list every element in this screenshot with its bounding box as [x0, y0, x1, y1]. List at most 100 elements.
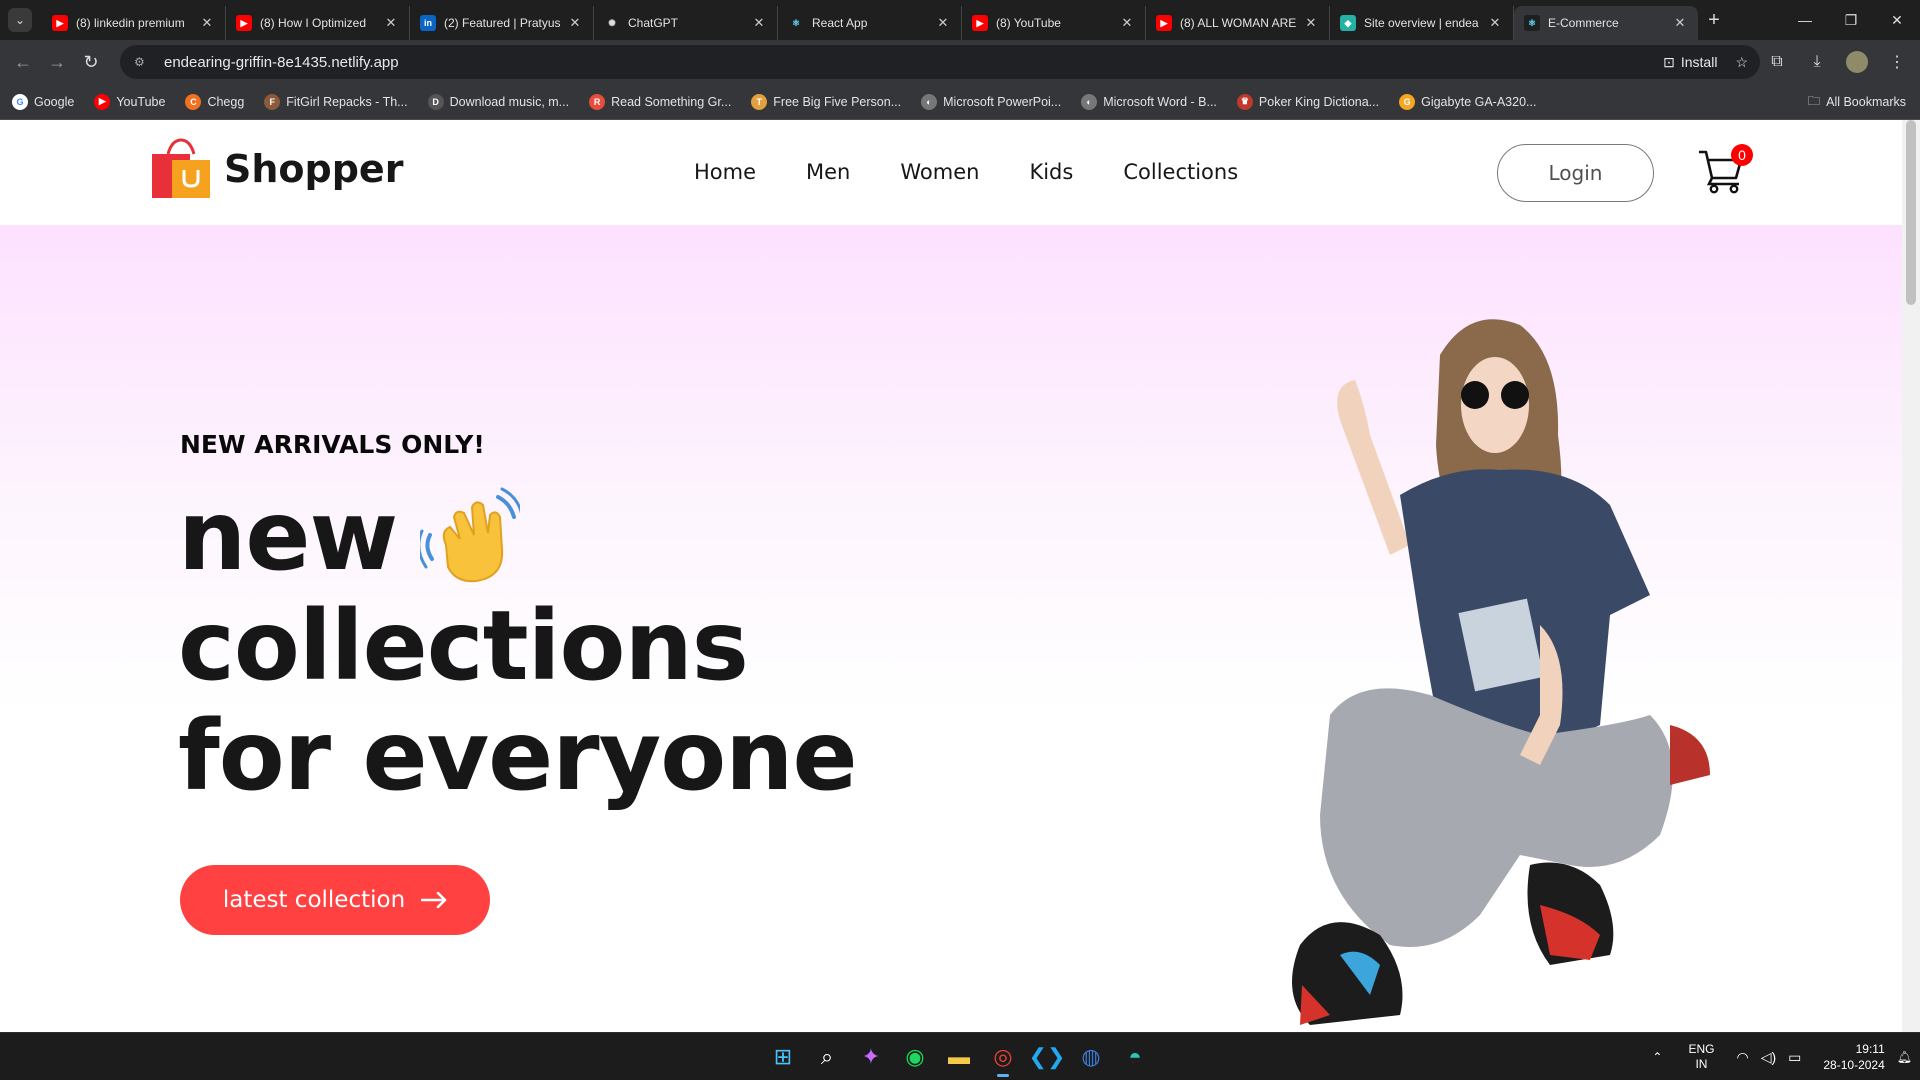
close-tab-icon[interactable]: ✕ — [1303, 15, 1319, 31]
login-button[interactable]: Login — [1497, 144, 1654, 202]
bookmark-item[interactable]: D Download music, m... — [427, 93, 569, 110]
restore-icon[interactable]: ❐ — [1828, 0, 1874, 40]
bookmark-label: FitGirl Repacks - Th... — [286, 94, 408, 109]
windows-taskbar: ⊞ ⌕ ✦ ◉ ▬ ◎ ❮❯ ◍ ◓ ⌃ ENG IN ◠ ◁) ▭ 19:11 28-10-2… — [0, 1032, 1920, 1080]
wifi-icon[interactable]: ◠ — [1736, 1049, 1748, 1066]
all-bookmarks-button[interactable]: 🗀 All Bookmarks — [1808, 84, 1906, 120]
bookmark-item[interactable]: T Free Big Five Person... — [751, 93, 902, 110]
site-info-icon[interactable]: ⚙ — [134, 55, 152, 69]
page-scrollbar[interactable] — [1902, 120, 1920, 1032]
bookmark-item[interactable]: ◐ Microsoft PowerPoi... — [921, 93, 1061, 110]
bookmark-label: Google — [34, 94, 75, 109]
cart-count-badge: 0 — [1731, 144, 1753, 166]
site-navbar: Shopper Home Men Women Kids Collections Logi… — [0, 120, 1902, 225]
tab-title: (2) Featured | Pratyus — [444, 16, 561, 30]
tab-title: Site overview | endea — [1364, 16, 1479, 30]
close-tab-icon[interactable]: ✕ — [1672, 15, 1688, 31]
web-page: Shopper Home Men Women Kids Collections Logi… — [0, 120, 1902, 1032]
nav-item-collections[interactable]: Collections — [1123, 160, 1238, 184]
tab-title: (8) linkedin premium — [76, 16, 185, 30]
back-icon[interactable]: ← — [6, 45, 40, 79]
nav-item-men[interactable]: Men — [806, 160, 850, 184]
site-logo[interactable]: Shopper — [150, 138, 403, 200]
spotify-icon[interactable]: ◉ — [897, 1039, 933, 1075]
close-tab-icon[interactable]: ✕ — [1119, 15, 1135, 31]
chatgpt-icon: ✺ — [604, 15, 620, 31]
bookmark-item[interactable]: F FitGirl Repacks - Th... — [264, 93, 408, 110]
browser-tab[interactable]: ⚛ React App ✕ — [778, 6, 962, 40]
bookmark-label: YouTube — [116, 94, 166, 109]
bookmark-item[interactable]: ▶ YouTube — [94, 93, 166, 110]
nav-item-home[interactable]: Home — [694, 160, 756, 184]
firefox-icon[interactable]: ◍ — [1073, 1039, 1109, 1075]
browser-tab-strip: ⌄ ▶ (8) linkedin premium ✕ ▶ (8) How I Optim… — [0, 0, 1920, 40]
url-text: endearing-griffin-8e1435.netlify.app — [164, 53, 399, 71]
install-label: Install — [1680, 54, 1718, 70]
volume-icon[interactable]: ◁) — [1761, 1049, 1776, 1066]
lang-line-1: ENG — [1688, 1042, 1715, 1056]
windows-start-icon[interactable]: ⊞ — [765, 1039, 801, 1075]
reload-icon[interactable]: ↻ — [74, 45, 108, 79]
extensions-icon[interactable]: ⧉ — [1760, 45, 1794, 79]
search-icon[interactable]: ⌕ — [809, 1039, 845, 1075]
bookmark-label: Free Big Five Person... — [773, 94, 902, 109]
close-tab-icon[interactable]: ✕ — [1487, 15, 1503, 31]
nav-item-kids[interactable]: Kids — [1029, 160, 1073, 184]
chrome-icon[interactable]: ◎ — [985, 1039, 1021, 1077]
latest-collection-button[interactable]: latest collection — [180, 865, 490, 935]
browser-tab[interactable]: ▶ (8) linkedin premium ✕ — [42, 6, 226, 40]
edge-icon[interactable]: ◓ — [1117, 1039, 1153, 1075]
bookmark-item[interactable]: R Read Something Gr... — [589, 93, 731, 110]
tray-overflow-icon[interactable]: ⌃ — [1652, 1050, 1662, 1064]
close-tab-icon[interactable]: ✕ — [567, 15, 583, 31]
install-app-button[interactable]: ⊡ Install — [1663, 54, 1717, 71]
bookmark-item[interactable]: G Google — [12, 93, 75, 110]
close-tab-icon[interactable]: ✕ — [751, 15, 767, 31]
notification-bell-icon[interactable]: 🔔︎ — [1897, 1050, 1912, 1064]
bookmark-label: Chegg — [207, 94, 245, 109]
copilot-icon[interactable]: ✦ — [853, 1039, 889, 1075]
hero-headline-line-2: collections — [178, 590, 749, 702]
bookmark-favicon-icon: D — [427, 93, 444, 110]
scrollbar-thumb[interactable] — [1906, 120, 1916, 305]
browser-tab[interactable]: ▶ (8) YouTube ✕ — [962, 6, 1146, 40]
language-indicator[interactable]: ENG IN — [1688, 1042, 1714, 1072]
browser-menu-icon[interactable]: ⋮ — [1880, 45, 1914, 79]
all-bookmarks-label: All Bookmarks — [1826, 95, 1906, 109]
close-tab-icon[interactable]: ✕ — [199, 15, 215, 31]
file-explorer-icon[interactable]: ▬ — [941, 1039, 977, 1075]
browser-tab[interactable]: ✺ ChatGPT ✕ — [594, 6, 778, 40]
profile-avatar[interactable] — [1840, 45, 1874, 79]
nav-item-women[interactable]: Women — [900, 160, 979, 184]
browser-tab[interactable]: ▶ (8) How I Optimized ✕ — [226, 6, 410, 40]
downloads-icon[interactable]: ⤓ — [1800, 45, 1834, 79]
forward-icon[interactable]: → — [40, 45, 74, 79]
close-tab-icon[interactable]: ✕ — [383, 15, 399, 31]
bookmark-label: Gigabyte GA-A320... — [1421, 94, 1537, 109]
browser-tab[interactable]: ◆ Site overview | endea ✕ — [1330, 6, 1514, 40]
bookmark-favicon-icon: ▶ — [94, 93, 111, 110]
minimize-icon[interactable]: — — [1782, 0, 1828, 40]
browser-tab[interactable]: in (2) Featured | Pratyus ✕ — [410, 6, 594, 40]
new-tab-button[interactable]: + — [1698, 9, 1730, 32]
clock[interactable]: 19:11 28-10-2024 — [1823, 1041, 1884, 1073]
bookmark-item[interactable]: C Chegg — [185, 93, 245, 110]
close-window-icon[interactable]: ✕ — [1874, 0, 1920, 40]
tab-title: (8) How I Optimized — [260, 16, 367, 30]
address-bar[interactable]: ⚙ endearing-griffin-8e1435.netlify.app ⊡… — [120, 45, 1760, 79]
bookmark-favicon-icon: T — [751, 93, 768, 110]
vscode-icon[interactable]: ❮❯ — [1029, 1039, 1066, 1075]
waving-hand-icon — [420, 487, 520, 583]
bookmark-item[interactable]: ♛ Poker King Dictiona... — [1236, 93, 1379, 110]
bookmark-item[interactable]: ◐ Microsoft Word - B... — [1081, 93, 1217, 110]
battery-icon[interactable]: ▭ — [1788, 1049, 1801, 1066]
bookmark-favicon-icon: F — [264, 93, 281, 110]
bookmark-item[interactable]: G Gigabyte GA-A320... — [1399, 93, 1537, 110]
browser-tab[interactable]: ⚛ E-Commerce ✕ — [1514, 6, 1698, 40]
linkedin-icon: in — [420, 15, 436, 31]
bookmark-favicon-icon: ◐ — [921, 93, 938, 110]
tab-search-button[interactable]: ⌄ — [8, 8, 32, 32]
browser-tab[interactable]: ▶ (8) ALL WOMAN ARE ✕ — [1146, 6, 1330, 40]
close-tab-icon[interactable]: ✕ — [935, 15, 951, 31]
bookmark-star-icon[interactable]: ☆ — [1735, 54, 1748, 71]
